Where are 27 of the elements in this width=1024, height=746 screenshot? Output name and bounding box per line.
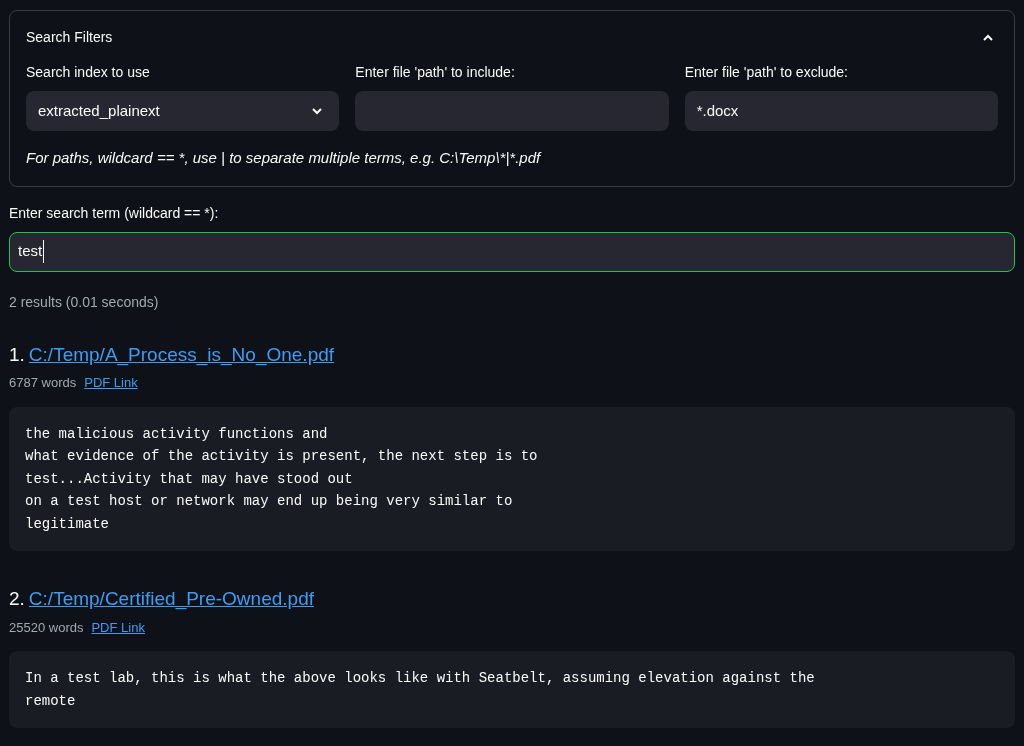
expander-header[interactable]: Search Filters — [26, 27, 998, 48]
pdf-link[interactable]: PDF Link — [84, 373, 138, 393]
snippet-line: the malicious activity functions and — [25, 424, 329, 444]
snippet-line: legitimate — [25, 514, 110, 534]
result-number: 1. — [9, 342, 25, 367]
index-dropdown[interactable]: extracted_plainext — [26, 91, 340, 131]
word-count: 25520 words — [9, 618, 84, 637]
field-label: Search index to use — [26, 63, 151, 82]
snippet-line: In a test lab, this is what the above looks like with Seatbelt, assuming elevation against the — [25, 669, 816, 688]
snippet-line: remote — [25, 691, 77, 711]
search-field[interactable]: test — [9, 231, 1015, 272]
snippet-line: what evidence of the activity is present, the next step is to — [25, 447, 539, 466]
input-field[interactable] — [355, 91, 669, 131]
field-label: Enter file 'path' to exclude: — [684, 63, 849, 82]
result-count: 2 results (0.01 seconds) — [9, 292, 160, 312]
snippet-line: test...Activity that may have stood out — [25, 469, 354, 489]
hint-text: For paths, wildcard == *, use | to separate multiple terms, e.g. C:\Temp\*|*.pdf — [26, 148, 543, 168]
file-link[interactable]: C:/Temp/Certified_Pre-Owned.pdf — [28, 585, 314, 614]
snippet-line: on a test host or network may end up being very similar to — [25, 492, 514, 511]
field-label: Enter search term (wildcard == *): — [9, 203, 220, 223]
file-link[interactable]: C:/Temp/A_Process_is_No_One.pdf — [28, 340, 335, 369]
pdf-link[interactable]: PDF Link — [91, 617, 145, 637]
result-number: 2. — [9, 587, 25, 611]
input-field[interactable]: *.docx — [684, 91, 998, 131]
word-count: 6787 words — [9, 374, 77, 392]
field-label: Enter file 'path' to include: — [355, 63, 516, 82]
chevron-down-icon — [311, 107, 324, 115]
